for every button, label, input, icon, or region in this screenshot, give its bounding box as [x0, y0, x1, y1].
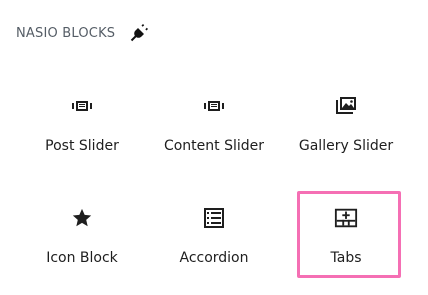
block-tabs[interactable]: Tabs — [280, 184, 412, 295]
slider-icon — [202, 94, 226, 118]
block-icon-block[interactable]: Icon Block — [16, 184, 148, 295]
tabs-icon — [334, 206, 358, 230]
gallery-icon — [334, 94, 358, 118]
block-content-slider[interactable]: Content Slider — [148, 72, 280, 184]
block-inserter-panel: NASIO BLOCKS Post Slider Content Slider … — [0, 0, 428, 295]
plug-icon — [129, 23, 149, 43]
block-post-slider[interactable]: Post Slider — [16, 72, 148, 184]
block-gallery-slider[interactable]: Gallery Slider — [280, 72, 412, 184]
block-label: Post Slider — [45, 138, 119, 154]
star-icon — [70, 206, 94, 230]
block-accordion[interactable]: Accordion — [148, 184, 280, 295]
block-label: Accordion — [179, 250, 249, 266]
block-label: Tabs — [330, 250, 362, 266]
block-label: Content Slider — [163, 138, 265, 154]
category-title: NASIO BLOCKS — [16, 25, 116, 41]
list-icon — [202, 206, 226, 230]
block-grid: Post Slider Content Slider Gallery Slide… — [16, 72, 412, 295]
block-label: Gallery Slider — [298, 138, 394, 154]
slider-icon — [70, 94, 94, 118]
category-header: NASIO BLOCKS — [16, 22, 149, 44]
block-label: Icon Block — [46, 250, 118, 266]
